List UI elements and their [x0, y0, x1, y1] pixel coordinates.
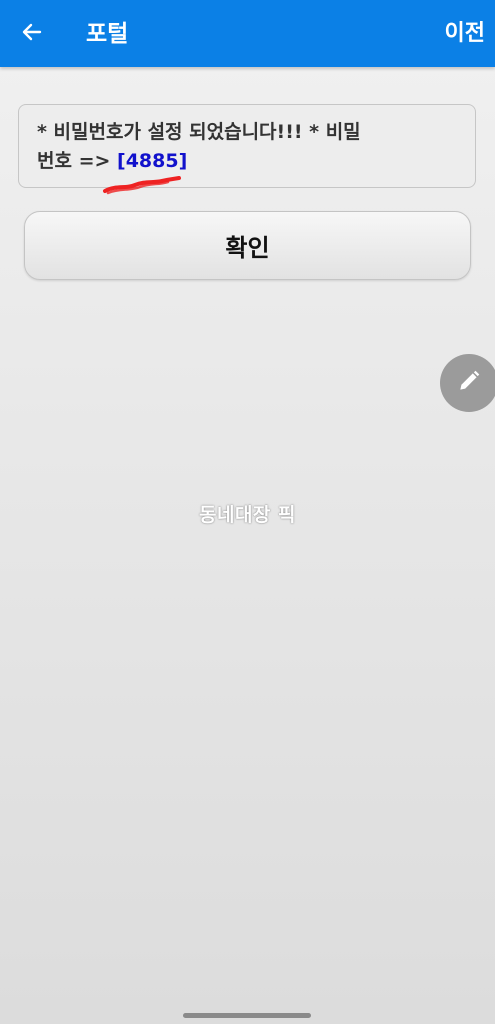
password-code: [4885]	[117, 150, 188, 172]
message-line-2-prefix: 번호 =>	[37, 150, 118, 172]
password-message-box: * 비밀번호가 설정 되었습니다!!! * 비밀 번호 => [4885]	[18, 104, 476, 188]
edit-fab-button[interactable]	[440, 354, 495, 412]
app-bar: 포털 이전	[0, 0, 495, 67]
pencil-icon	[456, 368, 482, 398]
message-line-2: 번호 => [4885]	[37, 147, 457, 176]
back-button[interactable]	[14, 16, 50, 52]
confirm-button[interactable]: 확인	[24, 211, 471, 280]
red-scribble-underline	[103, 176, 181, 195]
home-indicator[interactable]	[183, 1013, 311, 1018]
message-line-1: * 비밀번호가 설정 되었습니다!!! * 비밀	[37, 121, 361, 143]
watermark-text: 동네대장 픽	[198, 504, 296, 526]
arrow-left-icon	[20, 20, 44, 48]
page-title: 포털	[86, 21, 129, 47]
previous-button[interactable]: 이전	[445, 18, 485, 50]
